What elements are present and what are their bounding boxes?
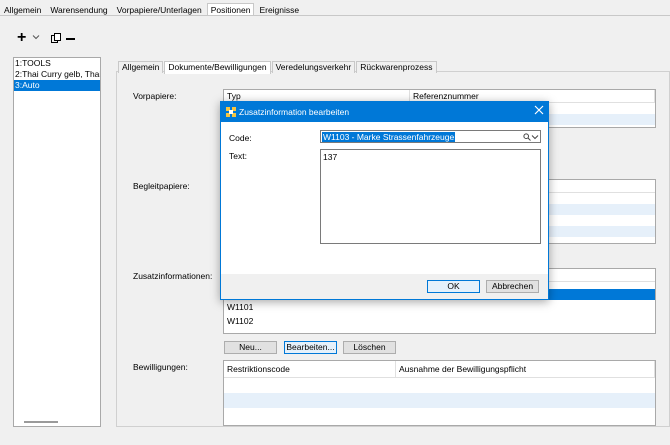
search-icon[interactable]: [523, 133, 531, 143]
edit-additional-info-dialog: Zusatzinformation bearbeiten Code: W1103…: [220, 101, 549, 300]
column-header-restriktionscode[interactable]: Restriktionscode: [224, 361, 396, 377]
code-label: Code:: [229, 133, 252, 143]
table-row[interactable]: [224, 378, 655, 393]
tab-dokumente-bewilligungen[interactable]: Dokumente/Bewilligungen: [164, 61, 271, 74]
positions-list[interactable]: 1:TOOLS 2:Thai Curry gelb, Thai C 3:Auto: [13, 57, 101, 427]
bewilligungen-grid[interactable]: Restriktionscode Ausnahme der Bewilligun…: [223, 360, 656, 426]
ok-button[interactable]: OK: [427, 280, 480, 293]
code-combobox[interactable]: W1103 - Marke Strassenfahrzeuge: [320, 130, 541, 143]
grid-header: Restriktionscode Ausnahme der Bewilligun…: [224, 361, 655, 378]
code-value[interactable]: W1103 - Marke Strassenfahrzeuge: [322, 132, 456, 142]
bewilligungen-label: Bewilligungen:: [133, 362, 188, 372]
begleitpapiere-label: Begleitpapiere:: [133, 181, 190, 191]
table-row[interactable]: [224, 408, 655, 423]
table-row[interactable]: W1101: [224, 300, 655, 314]
cancel-button[interactable]: Abbrechen: [486, 280, 539, 293]
new-button[interactable]: Neu...: [224, 341, 277, 354]
plus-icon[interactable]: +: [17, 30, 26, 46]
dialog-title-bar[interactable]: Zusatzinformation bearbeiten: [221, 102, 548, 122]
minus-icon[interactable]: [66, 38, 75, 40]
edit-button[interactable]: Bearbeiten...: [284, 341, 337, 354]
horizontal-scrollbar[interactable]: [24, 421, 58, 423]
tab-allgemein-inner[interactable]: Allgemein: [118, 61, 164, 73]
text-label: Text:: [229, 151, 247, 161]
zusatzinformationen-label: Zusatzinformationen:: [133, 271, 213, 281]
table-row[interactable]: [224, 393, 655, 408]
copy-icon[interactable]: [51, 33, 62, 44]
vorpapiere-label: Vorpapiere:: [133, 91, 177, 101]
text-field[interactable]: 137: [320, 149, 541, 244]
chevron-down-icon[interactable]: [32, 33, 40, 43]
inner-tab-bar: Allgemein Dokumente/Bewilligungen Verede…: [118, 61, 438, 74]
chevron-down-icon[interactable]: [531, 133, 539, 143]
column-header-ausnahme[interactable]: Ausnahme der Bewilligungspflicht: [396, 361, 655, 377]
table-row[interactable]: W1102: [224, 314, 655, 328]
app-icon: [226, 107, 236, 117]
list-item[interactable]: 2:Thai Curry gelb, Thai C: [14, 69, 100, 80]
list-item-selected[interactable]: 3:Auto: [14, 80, 100, 91]
dialog-body: Code: W1103 - Marke Strassenfahrzeuge Te…: [221, 122, 548, 274]
delete-button[interactable]: Löschen: [343, 341, 396, 354]
tab-veredelungsverkehr[interactable]: Veredelungsverkehr: [271, 61, 356, 73]
close-icon[interactable]: [534, 105, 544, 117]
tab-rueckwarenprozess[interactable]: Rückwarenprozess: [356, 61, 437, 73]
dialog-title: Zusatzinformation bearbeiten: [239, 107, 350, 117]
list-item[interactable]: 1:TOOLS: [14, 58, 100, 69]
tab-bar-divider: [0, 15, 670, 16]
